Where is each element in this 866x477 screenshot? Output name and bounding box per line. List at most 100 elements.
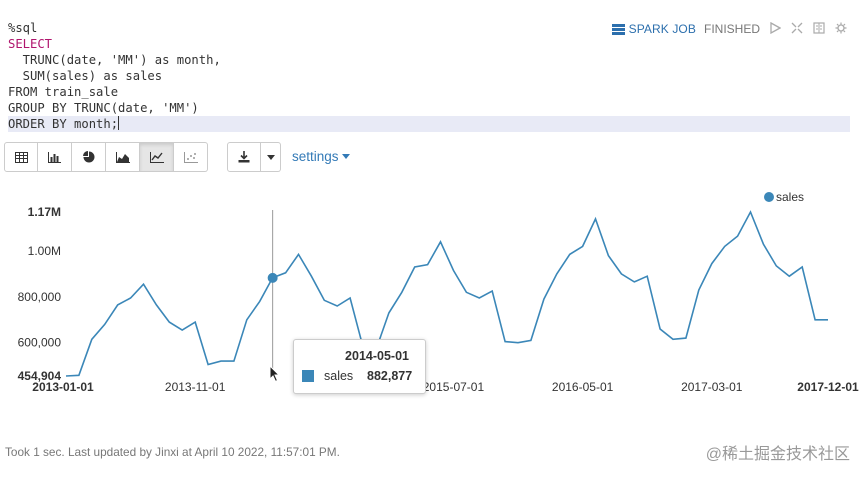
- data-point[interactable]: [180, 328, 184, 332]
- code-line[interactable]: GROUP BY TRUNC(date, 'MM'): [8, 100, 850, 116]
- data-point[interactable]: [658, 327, 662, 331]
- book-icon[interactable]: [812, 21, 826, 37]
- data-point[interactable]: [258, 299, 262, 303]
- chart-tooltip: 2014-05-01 sales 882,877: [293, 339, 426, 394]
- bar-chart-button[interactable]: [38, 142, 72, 172]
- data-point[interactable]: [645, 274, 649, 278]
- data-point[interactable]: [736, 234, 740, 238]
- text-cursor: [118, 116, 120, 130]
- data-point[interactable]: [800, 265, 804, 269]
- download-group: [227, 142, 281, 172]
- data-point[interactable]: [813, 318, 817, 322]
- data-point[interactable]: [387, 311, 391, 315]
- data-point[interactable]: [309, 274, 313, 278]
- scatter-chart-button[interactable]: [174, 142, 208, 172]
- line-chart-icon: [149, 151, 164, 163]
- data-point[interactable]: [206, 363, 210, 367]
- code-line[interactable]: SUM(sales) as sales: [8, 68, 850, 84]
- settings-label: settings: [292, 149, 339, 164]
- data-point[interactable]: [723, 244, 727, 248]
- data-point[interactable]: [503, 340, 507, 344]
- data-point[interactable]: [568, 252, 572, 256]
- series-line-sales: [65, 210, 828, 377]
- data-point[interactable]: [529, 338, 533, 342]
- data-point[interactable]: [167, 320, 171, 324]
- data-point[interactable]: [400, 290, 404, 294]
- data-point[interactable]: [129, 296, 133, 300]
- tooltip-value: 882,877: [367, 369, 413, 383]
- tooltip-series-name: sales: [324, 369, 354, 383]
- data-point[interactable]: [451, 268, 455, 272]
- data-point[interactable]: [787, 274, 791, 278]
- data-point[interactable]: [322, 298, 326, 302]
- area-chart-button[interactable]: [106, 142, 140, 172]
- data-point[interactable]: [90, 337, 94, 341]
- legend-label: sales: [776, 190, 804, 204]
- data-point[interactable]: [606, 254, 610, 258]
- data-point[interactable]: [77, 373, 81, 377]
- x-axis: 2013-01-012013-11-012014-09-012015-07-01…: [32, 380, 859, 394]
- data-point[interactable]: [671, 337, 675, 341]
- line-chart[interactable]: 1.17M1.00M800,000600,000454,904 2013-01-…: [0, 180, 866, 410]
- gear-icon[interactable]: [834, 22, 848, 37]
- code-line[interactable]: TRUNC(date, 'MM') as month,: [8, 52, 850, 68]
- data-point[interactable]: [632, 280, 636, 284]
- tooltip-swatch: [302, 370, 314, 382]
- table-view-button[interactable]: [4, 142, 38, 172]
- data-point[interactable]: [619, 272, 623, 276]
- bar-chart-icon: [48, 151, 61, 163]
- data-point[interactable]: [464, 290, 468, 294]
- data-point[interactable]: [516, 341, 520, 345]
- data-point[interactable]: [154, 303, 158, 307]
- data-point[interactable]: [426, 263, 430, 267]
- data-point[interactable]: [749, 210, 753, 214]
- data-point[interactable]: [116, 303, 120, 307]
- data-point[interactable]: [697, 288, 701, 292]
- download-button[interactable]: [227, 142, 261, 172]
- data-point[interactable]: [245, 318, 249, 322]
- expand-icon[interactable]: [790, 22, 804, 37]
- data-point[interactable]: [542, 297, 546, 301]
- data-point[interactable]: [348, 296, 352, 300]
- line-chart-button[interactable]: [140, 142, 174, 172]
- data-point[interactable]: [581, 244, 585, 248]
- data-point[interactable]: [232, 359, 236, 363]
- data-point[interactable]: [103, 322, 107, 326]
- legend[interactable]: sales: [764, 190, 804, 204]
- data-point[interactable]: [774, 264, 778, 268]
- data-point[interactable]: [594, 217, 598, 221]
- table-icon: [14, 151, 28, 163]
- x-tick-label: 2017-12-01: [797, 380, 859, 394]
- data-point[interactable]: [296, 252, 300, 256]
- data-point[interactable]: [64, 374, 68, 378]
- data-point[interactable]: [413, 265, 417, 269]
- data-point[interactable]: [193, 320, 197, 324]
- download-icon: [238, 151, 250, 163]
- paragraph-footer: Took 1 sec. Last updated by Jinxi at Apr…: [5, 445, 340, 459]
- pie-chart-icon: [82, 151, 94, 163]
- data-point[interactable]: [219, 359, 223, 363]
- y-axis: 1.17M1.00M800,000600,000454,904: [18, 205, 62, 383]
- spark-job-link[interactable]: SPARK JOB: [611, 22, 696, 36]
- pie-chart-button[interactable]: [72, 142, 106, 172]
- x-tick-label: 2017-03-01: [681, 380, 743, 394]
- data-point[interactable]: [439, 240, 443, 244]
- data-point[interactable]: [761, 242, 765, 246]
- spark-job-icon: [611, 23, 625, 35]
- x-tick-label: 2013-11-01: [165, 380, 226, 394]
- code-line-active[interactable]: ORDER BY month;: [8, 116, 850, 132]
- data-point[interactable]: [477, 296, 481, 300]
- settings-dropdown[interactable]: settings: [292, 149, 351, 164]
- data-point[interactable]: [490, 289, 494, 293]
- data-point[interactable]: [684, 336, 688, 340]
- code-line[interactable]: SELECT: [8, 36, 850, 52]
- code-line[interactable]: FROM train_sale: [8, 84, 850, 100]
- data-point[interactable]: [555, 272, 559, 276]
- download-dropdown-button[interactable]: [261, 142, 281, 172]
- data-point[interactable]: [826, 318, 830, 322]
- data-point[interactable]: [284, 271, 288, 275]
- run-icon[interactable]: [768, 21, 782, 37]
- data-point[interactable]: [335, 304, 339, 308]
- data-point[interactable]: [710, 262, 714, 266]
- data-point[interactable]: [141, 282, 145, 286]
